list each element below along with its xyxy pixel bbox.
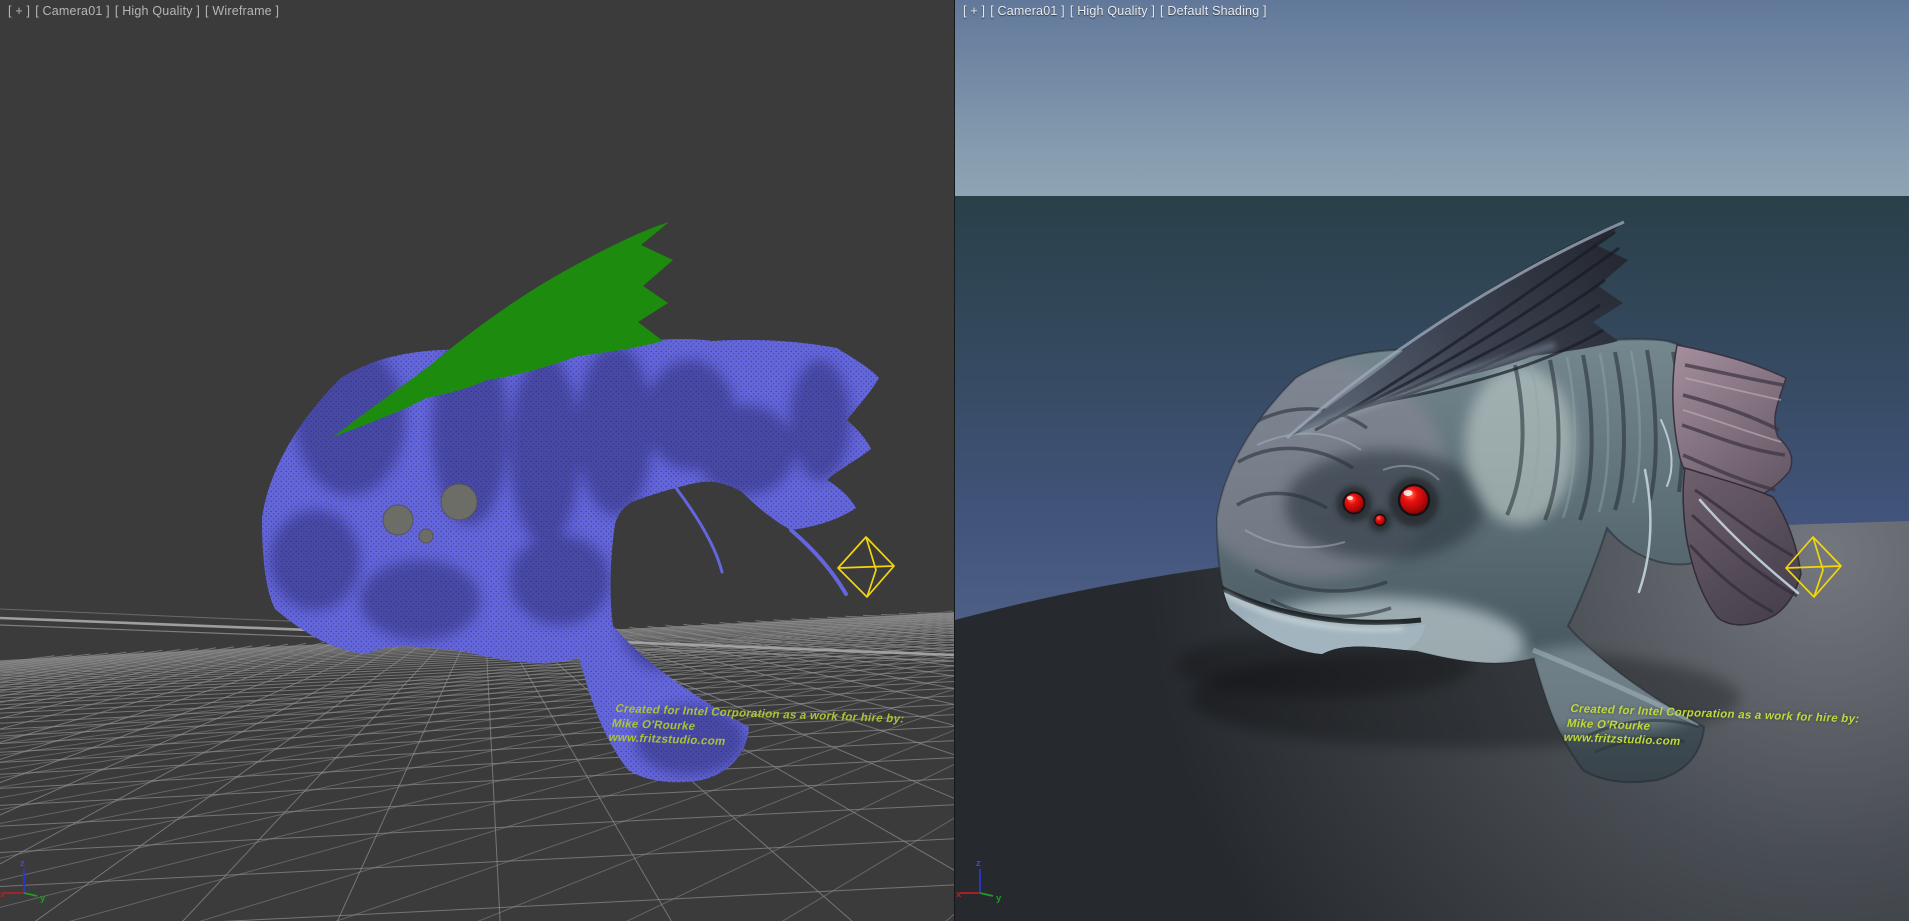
- axis-z-label: z: [20, 858, 25, 869]
- viewport-menu-quality[interactable]: [ High Quality ]: [1070, 4, 1155, 18]
- axis-y-label: y: [40, 893, 46, 904]
- viewport-menu-general[interactable]: [ + ]: [963, 4, 985, 18]
- axis-x-label: x: [0, 889, 6, 900]
- viewport-label-left: [ + ] [ Camera01 ] [ High Quality ] [ Wiref…: [8, 4, 284, 18]
- viewport-menu-camera[interactable]: [ Camera01 ]: [35, 4, 110, 18]
- viewport-menu-shading[interactable]: [ Default Shading ]: [1160, 4, 1267, 18]
- viewport-menu-general[interactable]: [ + ]: [8, 4, 30, 18]
- sky: [955, 0, 1909, 196]
- viewport-shaded[interactable]: x y z [ + ][ Camera01 ][ High Quality ][…: [955, 0, 1909, 921]
- viewport-menu-camera[interactable]: [ Camera01 ]: [990, 4, 1065, 18]
- axis-x-label: x: [956, 889, 962, 900]
- viewport-menu-shading[interactable]: [ Wireframe ]: [205, 4, 279, 18]
- wireframe-canvas: x y z: [0, 0, 954, 921]
- axis-z-label: z: [976, 858, 981, 869]
- viewport-label-right: [ + ] [ Camera01 ] [ High Quality ] [ Defau…: [963, 4, 1272, 18]
- viewport-split-container: x y z [ + ][ Camera01 ][ High Quality ][…: [0, 0, 1909, 921]
- viewport-menu-quality[interactable]: [ High Quality ]: [115, 4, 200, 18]
- viewport-wireframe[interactable]: x y z [ + ][ Camera01 ][ High Quality ][…: [0, 0, 954, 921]
- eye-highlight: [1404, 490, 1413, 496]
- viewport-divider[interactable]: [954, 0, 955, 921]
- shaded-canvas: x y z: [955, 0, 1909, 921]
- axis-y-label: y: [996, 893, 1002, 904]
